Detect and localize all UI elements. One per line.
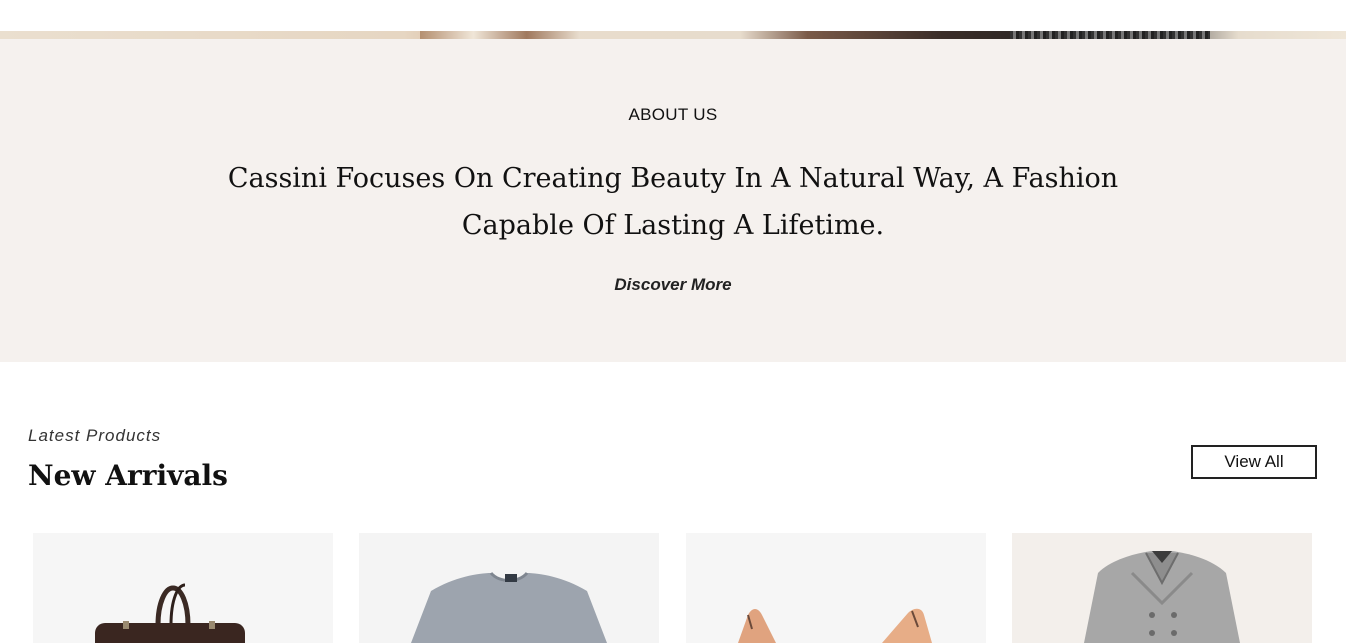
- top-header: [0, 0, 1346, 31]
- about-heading-line2: Capable Of Lasting A Lifetime.: [461, 210, 885, 241]
- latest-products-label: Latest Products: [28, 426, 162, 445]
- product-card-heels[interactable]: [686, 533, 986, 643]
- nude-heels-image: [738, 608, 932, 643]
- product-card-tshirt[interactable]: [359, 533, 659, 643]
- grey-coat-image: [1084, 551, 1240, 643]
- about-eyebrow: ABOUT US: [628, 105, 718, 124]
- hero-image-detail-left: [420, 31, 580, 39]
- hero-banner-image: [0, 31, 1346, 39]
- grey-tshirt-image: [411, 571, 607, 643]
- product-card-bag[interactable]: [33, 533, 333, 643]
- about-heading: Cassini Focuses On Creating Beauty In A …: [223, 155, 1123, 249]
- about-heading-line1: Cassini Focuses On Creating Beauty In A …: [227, 163, 1119, 194]
- leather-bag-image: [95, 583, 245, 643]
- new-arrivals-title: New Arrivals: [28, 459, 228, 492]
- product-card-coat[interactable]: [1012, 533, 1312, 643]
- view-all-button[interactable]: View All: [1191, 445, 1317, 479]
- about-section: ABOUT US Cassini Focuses On Creating Bea…: [0, 39, 1346, 362]
- hero-image-detail-right: [1010, 31, 1210, 39]
- discover-more-link[interactable]: Discover More: [0, 275, 1346, 295]
